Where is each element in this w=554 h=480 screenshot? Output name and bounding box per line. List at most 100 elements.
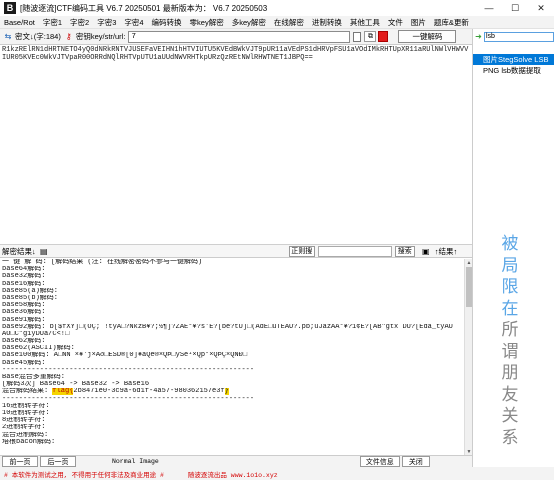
- result-line: base85(a)解码:: [0, 288, 472, 295]
- result-line: base64解码:: [0, 266, 472, 273]
- swap-icon[interactable]: ⇆: [3, 32, 13, 42]
- result-line-text: 2进制转字符:: [2, 424, 46, 432]
- cipher-label: 密文↓(字:184): [15, 32, 61, 41]
- slogan-char: 关: [501, 406, 519, 426]
- close-button[interactable]: 关闭: [401, 456, 430, 467]
- result-line-text: 一 键 解 码: [解码结果 (注: 在线解密密码不参与一键解码): [2, 259, 203, 266]
- result-line: [解码3次] Base64 -> Base32 -> Base16: [0, 381, 472, 388]
- menu-encoding[interactable]: 编码转换: [148, 17, 186, 28]
- result-line-text: base32解码:: [2, 273, 46, 281]
- title-bar: B [随波逐流]CTF编码工具 V6.7 20250501 最新版本为： V6.…: [0, 0, 554, 16]
- key-input[interactable]: 7: [128, 30, 351, 43]
- clear-result-icon[interactable]: ▤: [39, 246, 49, 256]
- result-line-text: ----------------------------------------…: [2, 366, 255, 374]
- menu-file[interactable]: 文件: [384, 17, 407, 28]
- one-click-decode-button[interactable]: 一键解码: [398, 30, 457, 43]
- menu-multi-key[interactable]: 多key解密: [228, 17, 270, 28]
- plugin-panel: ➜ lsb 图片StegSolve LSB PNG lsb数据提取 被 局 限 …: [472, 29, 554, 467]
- result-line: ÃO□C"g1yDUa/C<!□: [0, 331, 472, 338]
- close-icon[interactable]: ✕: [528, 0, 554, 16]
- slogan-char: 系: [501, 427, 519, 448]
- menu-cipher-2[interactable]: 字密2: [66, 17, 93, 28]
- result-line-text: base64解码:: [2, 266, 46, 274]
- flag-value: 2b8471e0-3c9a-6d1f-4a57-980362157e3f: [73, 388, 225, 396]
- result-line: base92解码: b[$fXY]□(OÇ;¯!tyÃ□?NkzB¥?;½¶]?…: [0, 324, 472, 331]
- result-line-text: 8进制转字符:: [2, 417, 46, 425]
- result-line: base16解码:: [0, 281, 472, 288]
- result-line: 一 键 解 码: [解码结果 (注: 在线解密密码不参与一键解码): [0, 259, 472, 266]
- status-warning: # 本软件为测试之用, 不得用于任何非法及商业用途 #: [4, 471, 164, 479]
- plugin-search-row: ➜ lsb: [473, 31, 554, 42]
- cipher-input-area[interactable]: R1kzRElRN1dHRTNETO4yQ0dNRkRNTVJUSEFaVEIH…: [0, 45, 472, 245]
- result-line-text: base91解码:: [2, 316, 46, 324]
- result-line-text: 培根bacon解码:: [2, 438, 56, 446]
- maximize-icon[interactable]: ☐: [502, 0, 528, 16]
- app-logo-icon: B: [4, 2, 16, 14]
- arrow-right-icon: ➜: [475, 32, 482, 41]
- plugin-item-png-lsb[interactable]: PNG lsb数据提取: [473, 65, 554, 76]
- menu-radix[interactable]: 进制转换: [308, 17, 346, 28]
- mode-normal-label: Normal Image: [112, 458, 159, 465]
- result-line-text: base16解码:: [2, 280, 46, 288]
- result-line: base36解码:: [0, 309, 472, 316]
- clear-icon[interactable]: [353, 31, 362, 42]
- slogan-char: 局: [501, 255, 519, 276]
- menu-bar: Base/Rot 字密1 字密2 字密3 字密4 编码转换 零key解密 多ke…: [0, 16, 554, 29]
- menu-cipher-3[interactable]: 字密3: [93, 17, 120, 28]
- menu-zero-key[interactable]: 零key解密: [186, 17, 228, 28]
- status-site: 随波逐流出品 www.1o1o.xyz: [187, 471, 278, 479]
- slogan-char: 在: [501, 298, 519, 319]
- result-line: 10进制转字符:: [0, 410, 472, 417]
- result-line-text: base62(ASCII)解码:: [2, 345, 75, 353]
- copy-icon[interactable]: ⧉: [364, 31, 377, 42]
- menu-cipher-4[interactable]: 字密4: [120, 17, 147, 28]
- plugin-search-input[interactable]: lsb: [484, 31, 554, 42]
- next-page-button[interactable]: 后一页: [40, 456, 76, 467]
- menu-base-rot[interactable]: Base/Rot: [0, 18, 39, 27]
- result-line: 混合解码结果: flag{2b8471e0-3c9a-6d1f-4a57-980…: [0, 388, 472, 396]
- result-line: ----------------------------------------…: [0, 367, 472, 374]
- result-nav-label[interactable]: ↑结果↑: [435, 246, 458, 257]
- menu-update[interactable]: 题库&更新: [430, 17, 473, 28]
- result-line: base45解码:: [0, 360, 472, 367]
- result-line-text: ÃO□C"g1yDUa/C<!□: [2, 330, 70, 338]
- result-line: base32解码:: [0, 273, 472, 280]
- flag-prefix-highlight: flag{: [52, 388, 74, 396]
- prev-page-button[interactable]: 前一页: [2, 456, 38, 467]
- result-line: 16进制转字符:: [0, 403, 472, 410]
- result-line-text: Base混合多重解码:: [2, 374, 66, 381]
- slogan-char: 被: [501, 234, 519, 254]
- result-header-bar: 解密结果↓ ▤ 正则搜 搜索 ▣ ↑结果↑: [0, 245, 472, 258]
- result-area[interactable]: 一 键 解 码: [解码结果 (注: 在线解密密码不参与一键解码) base64解…: [0, 259, 472, 455]
- result-line-text: 混合进制解码:: [2, 431, 49, 439]
- scroll-down-icon[interactable]: ▼: [465, 448, 472, 455]
- menu-image[interactable]: 图片: [407, 17, 430, 28]
- result-scrollbar[interactable]: ▲ ▼: [464, 259, 472, 455]
- file-info-button[interactable]: 文件信息: [359, 456, 400, 467]
- result-line-text: base36解码:: [2, 309, 46, 317]
- result-line: base62解码:: [0, 338, 472, 345]
- regex-search-button[interactable]: 正则搜: [288, 245, 315, 257]
- minimize-icon[interactable]: —: [476, 0, 502, 16]
- result-line: base100解码: Ã□ÑN ×¥'j×Ãð□ÊSD®[0]¥âQê®×QÞ□…: [0, 352, 472, 359]
- result-line-text: base85(a)解码:: [2, 287, 59, 295]
- menu-cipher-1[interactable]: 字密1: [39, 17, 66, 28]
- result-label: 解密结果↓: [2, 246, 36, 256]
- search-button[interactable]: 搜索: [394, 245, 415, 257]
- result-line-text: [解码3次] Base64 -> Base32 -> Base16: [2, 381, 150, 389]
- plugin-item-stegsolve-lsb[interactable]: 图片StegSolve LSB: [473, 54, 554, 65]
- result-line-text: base92解码: b[$fXY]□(OÇ;¯!tyÃ□?NkzB¥?;½¶]?…: [2, 323, 453, 331]
- window-title: [随波逐流]CTF编码工具 V6.7 20250501 最新版本为： V6.7 …: [20, 3, 268, 13]
- color-swatch-icon[interactable]: [378, 31, 389, 42]
- result-line: base91解码:: [0, 317, 472, 324]
- result-line: base62(ASCII)解码:: [0, 345, 472, 352]
- search-input[interactable]: [317, 245, 392, 257]
- result-line-text: base58解码:: [2, 302, 46, 310]
- status-bar: # 本软件为测试之用, 不得用于任何非法及商业用途 # 随波逐流出品 www.1…: [0, 467, 554, 480]
- settings-icon[interactable]: ▣: [421, 246, 431, 256]
- key-label: 密钥key/str/url:: [75, 32, 126, 41]
- menu-online[interactable]: 在线解密: [270, 17, 308, 28]
- scroll-up-icon[interactable]: ▲: [465, 259, 472, 266]
- slogan-char: 限: [501, 277, 519, 297]
- menu-tools[interactable]: 其他工具: [346, 17, 384, 28]
